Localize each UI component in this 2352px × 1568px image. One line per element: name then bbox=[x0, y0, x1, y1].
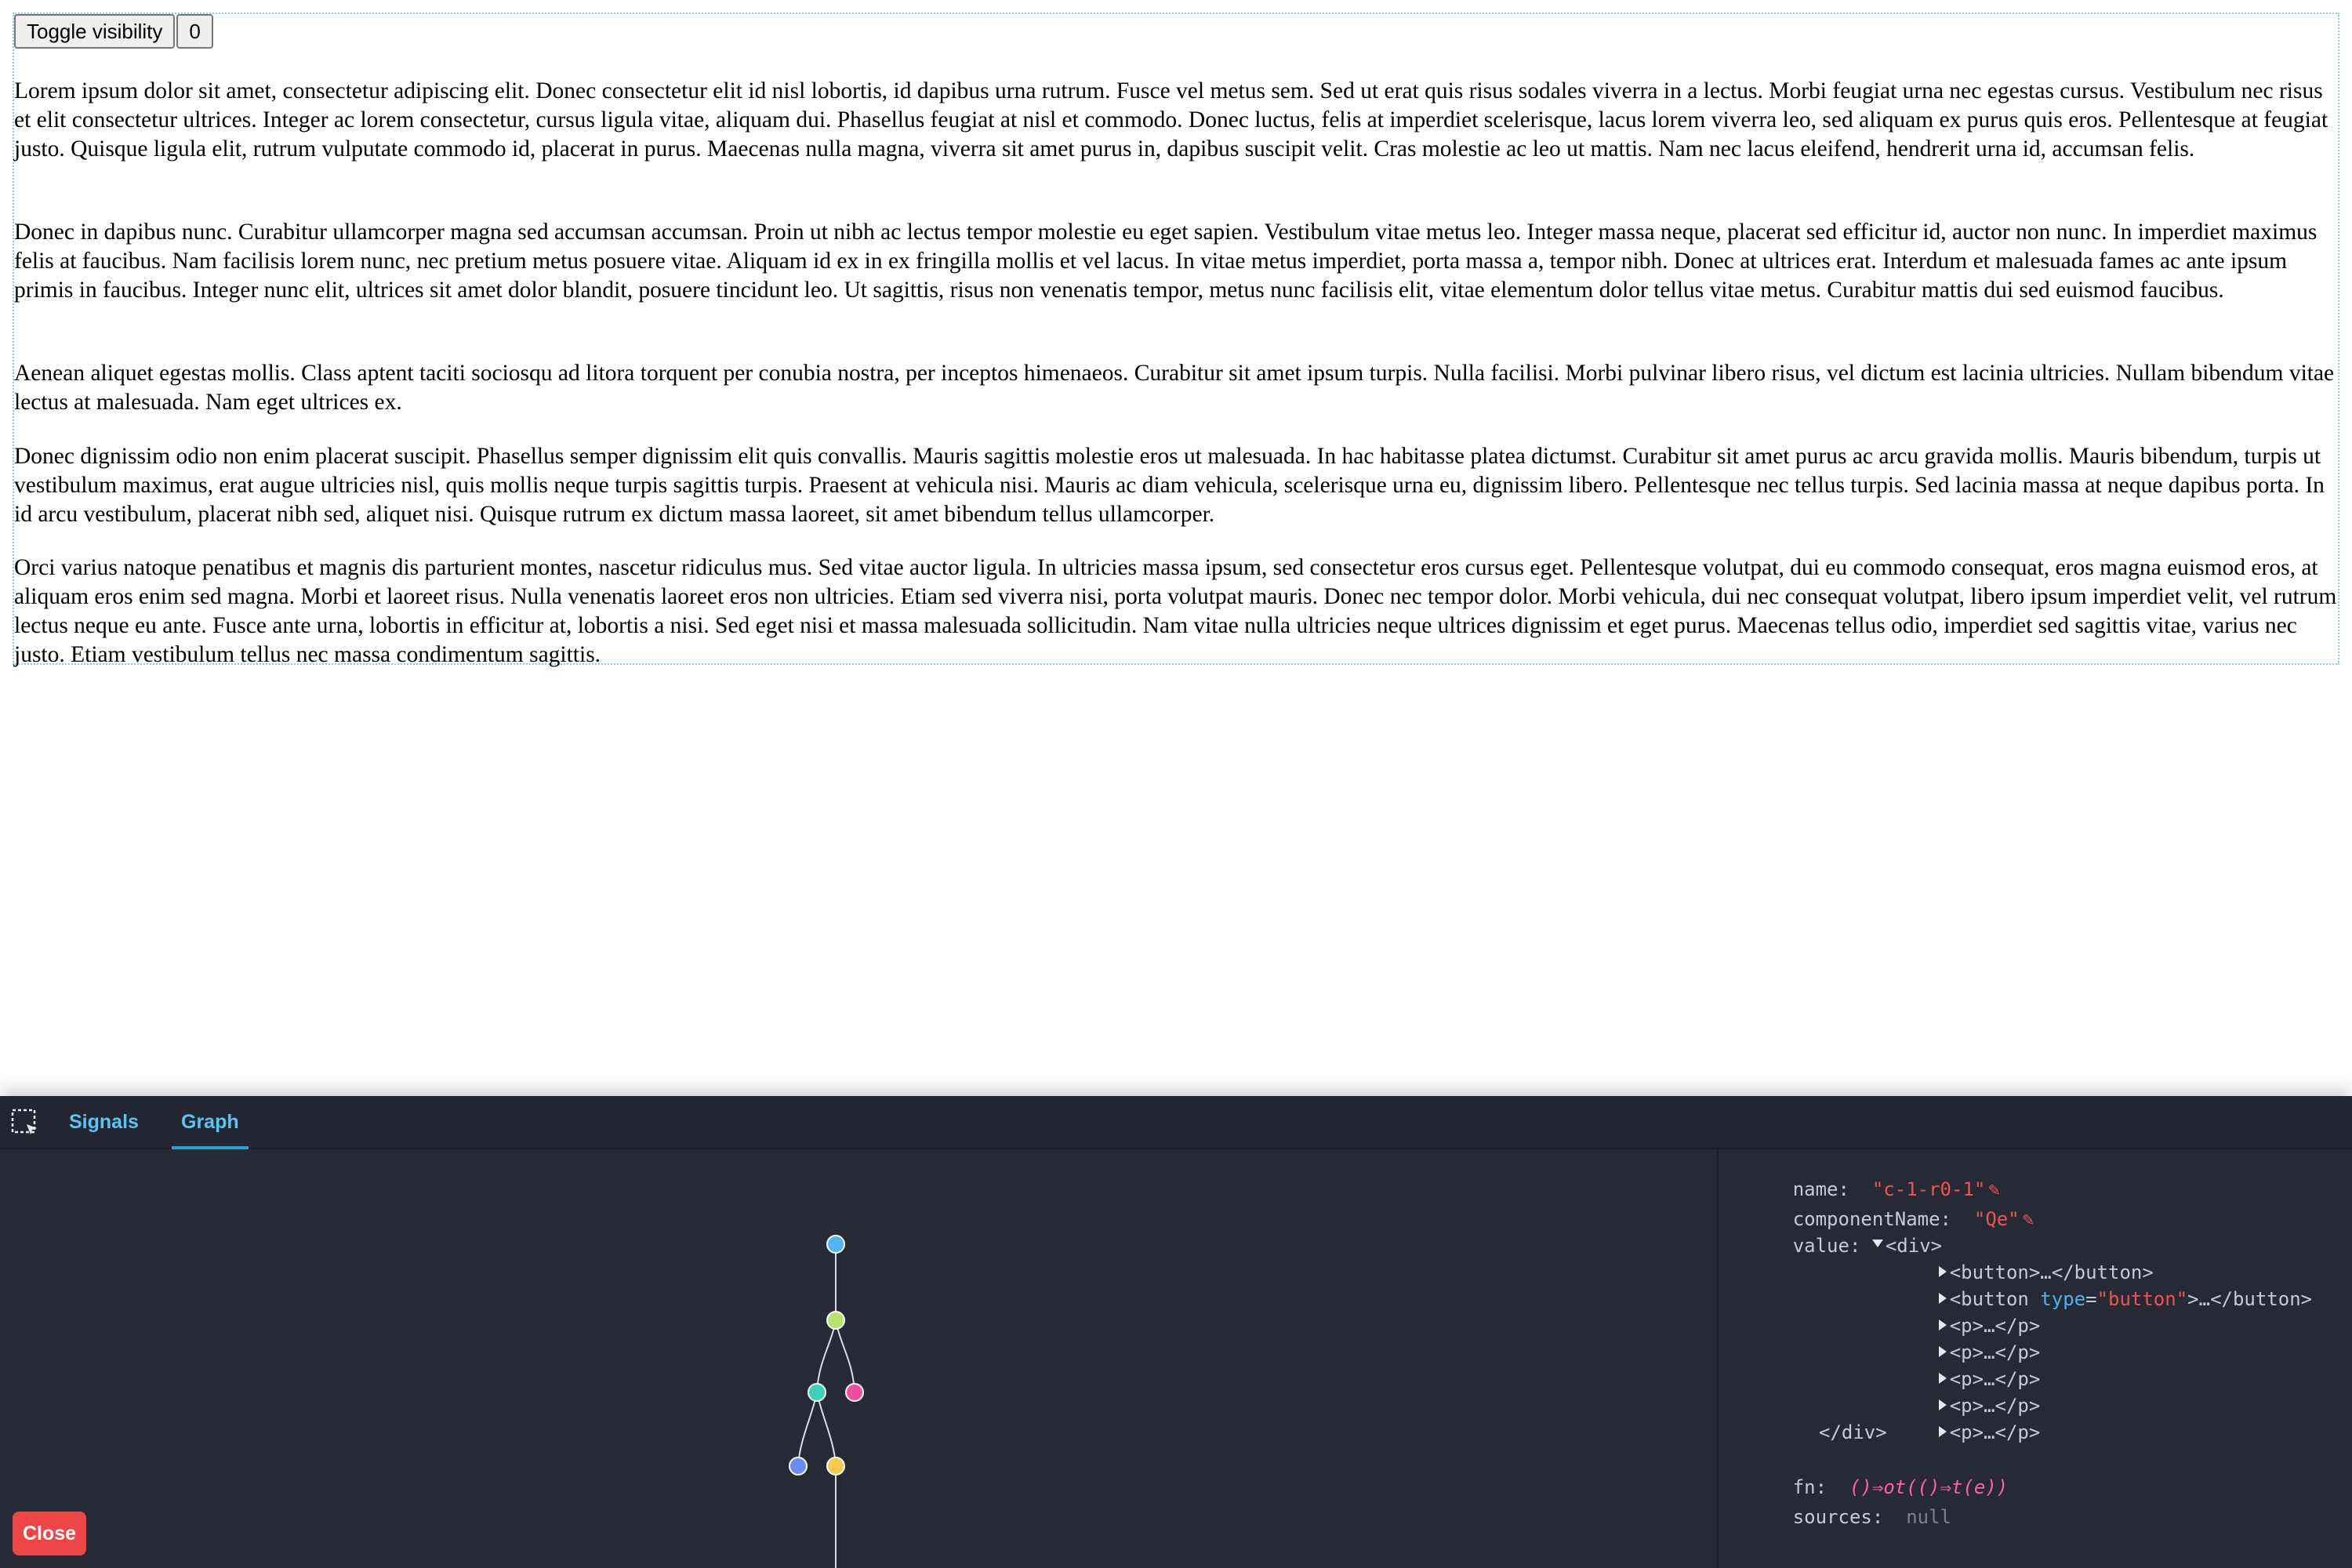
collapsed-triangle-icon bbox=[1938, 1426, 1947, 1437]
graph-edge bbox=[835, 1319, 855, 1393]
graph-edge bbox=[797, 1392, 818, 1467]
button-row: Toggle visibility 0 bbox=[14, 14, 213, 49]
tree-child-button-typed[interactable]: <button type="button">…</button> bbox=[1871, 1259, 2312, 1310]
inspector-component-row: componentName: "Qe" ✎ bbox=[1725, 1179, 2034, 1230]
tag-close: </button> bbox=[2210, 1288, 2313, 1310]
paragraph-5: Orci varius natoque penatibus et magnis … bbox=[14, 555, 2337, 667]
tag-open-end: > bbox=[2187, 1288, 2199, 1310]
tag-close: </p> bbox=[1994, 1421, 2041, 1443]
graph-edge bbox=[816, 1392, 837, 1467]
devtools-panel: Signals Graph name: "c-1-r0-1" ✎ componen… bbox=[0, 1096, 2352, 1568]
inspector-sources-row: sources: null bbox=[1725, 1477, 1951, 1528]
attr-eq: = bbox=[2085, 1288, 2097, 1310]
signal-inspector: name: "c-1-r0-1" ✎ componentName: "Qe" ✎ v… bbox=[1717, 1149, 2352, 1568]
pencil-icon[interactable]: ✎ bbox=[2023, 1206, 2034, 1232]
devtools-toolbar: Signals Graph bbox=[0, 1096, 2352, 1149]
graph-edge bbox=[816, 1319, 837, 1393]
value-key: value: bbox=[1792, 1235, 1861, 1257]
signal-graph[interactable] bbox=[0, 1149, 1717, 1568]
paragraph-3: Aenean aliquet egestas mollis. Class apt… bbox=[14, 361, 2335, 415]
tree-child-p[interactable]: <p>…</p> bbox=[1871, 1392, 2040, 1443]
tag-ellipsis: … bbox=[2198, 1288, 2211, 1310]
graph-node[interactable] bbox=[808, 1383, 826, 1402]
paragraph-1: Lorem ipsum dolor sit amet, consectetur … bbox=[14, 78, 2328, 162]
graph-node-root[interactable] bbox=[826, 1235, 845, 1254]
select-element-icon[interactable] bbox=[11, 1109, 39, 1137]
tree-child-p[interactable]: <p>…</p> bbox=[1871, 1312, 2040, 1363]
close-button[interactable]: Close bbox=[13, 1512, 86, 1555]
tree-child-p[interactable]: <p>…</p> bbox=[1871, 1339, 2040, 1390]
inspector-name-row: name: "c-1-r0-1" ✎ bbox=[1725, 1149, 2000, 1200]
tree-child-p[interactable]: <p>…</p> bbox=[1871, 1286, 2040, 1337]
graph-node[interactable] bbox=[826, 1457, 845, 1475]
paragraph-2: Donec in dapibus nunc. Curabitur ullamco… bbox=[14, 220, 2318, 303]
tag-ellipsis: … bbox=[1984, 1421, 1995, 1443]
tree-child-p[interactable]: <p>…</p> bbox=[1871, 1366, 2040, 1417]
graph-node[interactable] bbox=[845, 1383, 864, 1402]
paragraph-4: Donec dignissim odio non enim placerat s… bbox=[14, 444, 2325, 527]
tab-graph[interactable]: Graph bbox=[172, 1096, 249, 1149]
sources-value: null bbox=[1906, 1506, 1951, 1528]
counter-button[interactable]: 0 bbox=[176, 14, 213, 49]
inspector-fn-row: fn: ()⇒ot(()⇒t(e)) bbox=[1725, 1447, 2009, 1498]
tree-child-button[interactable]: <button>…</button> bbox=[1871, 1232, 2154, 1283]
graph-node[interactable] bbox=[789, 1457, 808, 1475]
inspector-value-row: value: <div> bbox=[1725, 1206, 1942, 1257]
tab-signals[interactable]: Signals bbox=[69, 1096, 139, 1148]
app-container: Toggle visibility 0 Lorem ipsum dolor si… bbox=[13, 13, 2339, 667]
attr-value: "button" bbox=[2096, 1288, 2188, 1310]
component-name-value[interactable]: "Qe" bbox=[1974, 1208, 2020, 1230]
tag-open: <p> bbox=[1949, 1421, 1984, 1443]
sources-key: sources: bbox=[1792, 1506, 1884, 1528]
attr-name: type bbox=[2040, 1288, 2086, 1310]
graph-node[interactable] bbox=[826, 1311, 845, 1330]
root-close-tag: </div> bbox=[1819, 1421, 1887, 1443]
graph-canvas bbox=[789, 1235, 864, 1568]
toggle-visibility-button[interactable]: Toggle visibility bbox=[14, 14, 176, 49]
